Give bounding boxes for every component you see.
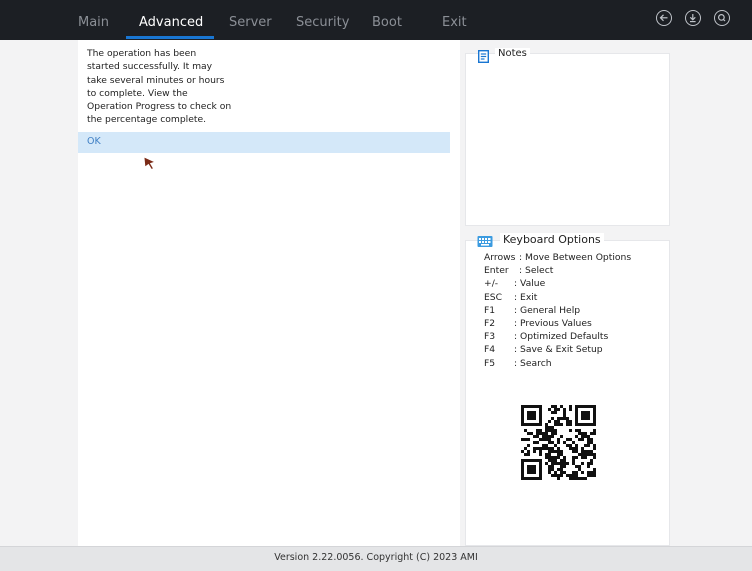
keyboard-options-title: Keyboard Options <box>500 233 604 246</box>
tab-security[interactable]: Security <box>296 0 349 40</box>
tab-exit[interactable]: Exit <box>442 0 467 40</box>
key-name: ESC <box>484 291 503 303</box>
message-line: Operation Progress to check on <box>87 101 232 113</box>
key-name: F5 <box>484 357 496 369</box>
key-description: : Previous Values <box>514 318 592 330</box>
ok-label: OK <box>87 136 101 147</box>
key-description: : Save & Exit Setup <box>514 344 603 356</box>
key-description: : Select <box>519 265 554 277</box>
main-panel: The operation has been started successfu… <box>78 40 460 546</box>
top-nav-bar: Main Advanced Server Security Boot Exit <box>0 0 752 40</box>
list-item: ESC : Exit <box>484 291 631 304</box>
list-item: Arrows: Move Between Options <box>484 251 631 264</box>
tab-main[interactable]: Main <box>78 0 109 40</box>
list-item: Enter : Select <box>484 264 631 277</box>
message-line: take several minutes or hours <box>87 74 225 86</box>
list-item: F5 : Search <box>484 357 631 370</box>
ok-button[interactable]: OK <box>78 132 450 153</box>
key-description: : Move Between Options <box>519 252 632 263</box>
version-text: Version 2.22.0056. Copyright (C) 2023 AM… <box>274 552 478 563</box>
message-line: the percentage complete. <box>87 114 207 126</box>
notes-icon <box>478 50 489 63</box>
key-name: F1 <box>484 304 496 316</box>
key-description: : Exit <box>514 291 538 303</box>
key-name: Enter <box>484 265 509 277</box>
tab-boot[interactable]: Boot <box>372 0 402 40</box>
key-name: +/- <box>484 278 499 290</box>
list-item: F3 : Optimized Defaults <box>484 330 631 343</box>
key-description: : Value <box>514 278 546 290</box>
message-line: started successfully. It may <box>87 61 213 73</box>
message-line: The operation has been <box>87 48 197 59</box>
keyboard-options-list: Arrows: Move Between Options Enter : Sele… <box>484 251 631 370</box>
list-item: +/- : Value <box>484 277 631 290</box>
list-item: F2 : Previous Values <box>484 317 631 330</box>
search-icon[interactable] <box>714 10 730 26</box>
list-item: F4 : Save & Exit Setup <box>484 343 631 356</box>
download-icon[interactable] <box>685 10 701 26</box>
key-name: F4 <box>484 344 496 356</box>
key-name: F3 <box>484 331 496 343</box>
keyboard-icon <box>477 236 493 247</box>
qr-code-icon <box>515 399 601 485</box>
version-footer: Version 2.22.0056. Copyright (C) 2023 AM… <box>0 546 752 571</box>
message-line: to complete. View the <box>87 87 188 99</box>
tab-server[interactable]: Server <box>229 0 272 40</box>
key-description: : Optimized Defaults <box>514 331 609 343</box>
key-name: F2 <box>484 318 496 330</box>
back-icon[interactable] <box>656 10 672 26</box>
notes-panel <box>465 53 670 226</box>
mouse-pointer-icon <box>143 156 157 171</box>
notes-title: Notes <box>495 48 530 59</box>
list-item: F1 : General Help <box>484 304 631 317</box>
key-description: : General Help <box>514 304 581 316</box>
key-name: Arrows <box>484 252 516 263</box>
key-description: : Search <box>514 357 552 369</box>
status-message: The operation has been started successfu… <box>87 47 259 127</box>
tab-advanced[interactable]: Advanced <box>125 0 215 40</box>
